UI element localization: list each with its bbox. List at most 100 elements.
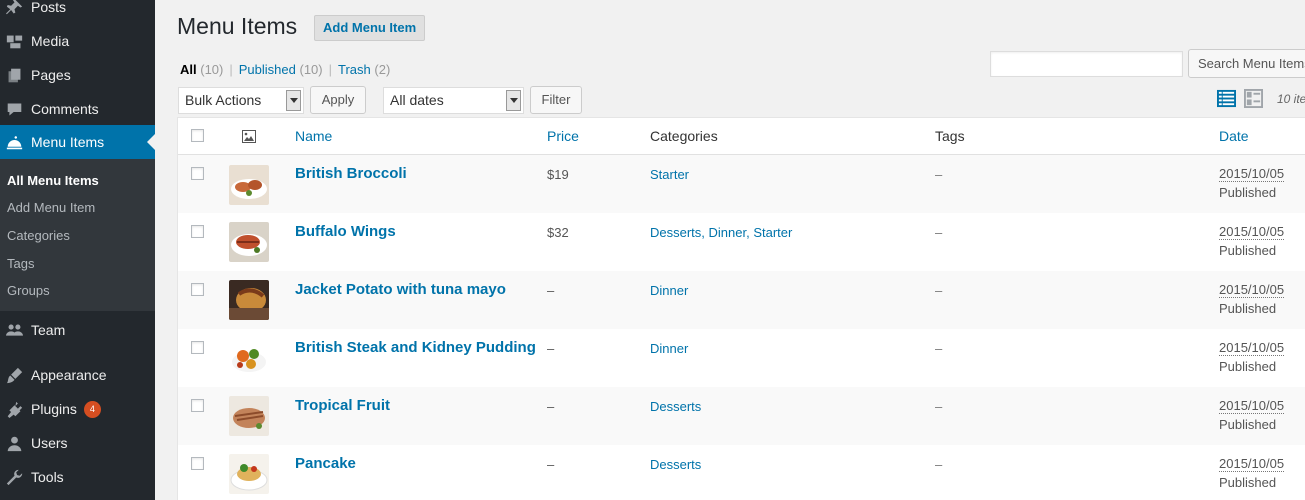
menu-item-thumbnail[interactable] bbox=[229, 280, 269, 320]
menu-item-tags: – bbox=[935, 399, 943, 414]
date-value: 2015/10/05 bbox=[1219, 340, 1285, 356]
add-menu-item-button[interactable]: Add Menu Item bbox=[314, 15, 426, 41]
column-header-name[interactable]: Name bbox=[295, 128, 332, 144]
menu-item-categories[interactable]: Dinner bbox=[650, 283, 688, 298]
menu-item-categories[interactable]: Desserts bbox=[650, 457, 701, 472]
comments-icon bbox=[5, 100, 23, 118]
sidebar-item-appearance[interactable]: Appearance bbox=[0, 358, 155, 392]
filter-button[interactable]: Filter bbox=[530, 86, 582, 114]
user-icon bbox=[5, 434, 23, 452]
menu-item-name-link[interactable]: British Broccoli bbox=[295, 165, 407, 182]
date-value: 2015/10/05 bbox=[1219, 282, 1285, 298]
menu-item-thumbnail[interactable] bbox=[229, 222, 269, 262]
menu-item-categories[interactable]: Dinner bbox=[650, 341, 688, 356]
sidebar-item-label: Plugins bbox=[31, 401, 77, 417]
list-view-icon[interactable] bbox=[1217, 89, 1236, 108]
sidebar-item-tools[interactable]: Tools bbox=[0, 460, 155, 494]
table-row: Pancake – Desserts – 2015/10/05 Publishe… bbox=[178, 445, 1305, 500]
menu-item-thumbnail[interactable] bbox=[229, 165, 269, 205]
filter-trash[interactable]: Trash bbox=[338, 62, 371, 77]
row-checkbox[interactable] bbox=[191, 341, 204, 354]
menu-item-categories[interactable]: Starter bbox=[650, 167, 689, 182]
sidebar-item-label: Team bbox=[31, 322, 66, 338]
date-value: 2015/10/05 bbox=[1219, 398, 1285, 414]
excerpt-view-icon[interactable] bbox=[1244, 89, 1263, 108]
menu-item-categories[interactable]: Desserts, Dinner, Starter bbox=[650, 225, 792, 240]
chevron-down-icon bbox=[286, 90, 301, 111]
sidebar-item-comments[interactable]: Comments bbox=[0, 92, 155, 126]
sidebar-item-menu-items[interactable]: Menu Items bbox=[0, 125, 155, 159]
sidebar-item-users[interactable]: Users bbox=[0, 426, 155, 460]
table-row: Tropical Fruit – Desserts – 2015/10/05 P… bbox=[178, 387, 1305, 445]
sidebar-item-posts[interactable]: Posts bbox=[0, 0, 155, 24]
search-input[interactable] bbox=[990, 51, 1183, 77]
sidebar-item-label: Posts bbox=[31, 0, 67, 15]
team-icon bbox=[5, 321, 23, 339]
filter-all[interactable]: All bbox=[180, 62, 197, 77]
menu-item-thumbnail[interactable] bbox=[229, 454, 269, 494]
sidebar-item-team[interactable]: Team bbox=[0, 313, 155, 347]
status-text: Published bbox=[1219, 301, 1277, 316]
submenu-all-menu-items[interactable]: All Menu Items bbox=[7, 173, 99, 188]
menu-items-table: Name Price Categories Tags Date British … bbox=[177, 117, 1305, 500]
submenu-tags[interactable]: Tags bbox=[7, 256, 34, 271]
wrench-icon bbox=[5, 468, 23, 486]
search-menu-items-button[interactable]: Search Menu Items bbox=[1188, 49, 1305, 78]
menu-item-thumbnail[interactable] bbox=[229, 338, 269, 378]
submenu-categories[interactable]: Categories bbox=[7, 228, 70, 243]
column-header-date[interactable]: Date bbox=[1219, 128, 1249, 144]
sidebar-item-pages[interactable]: Pages bbox=[0, 58, 155, 92]
menu-item-date: 2015/10/05 Published bbox=[1219, 164, 1285, 202]
menu-item-name-link[interactable]: Tropical Fruit bbox=[295, 397, 390, 414]
column-header-price[interactable]: Price bbox=[547, 128, 579, 144]
separator: | bbox=[229, 62, 233, 77]
menu-item-categories[interactable]: Desserts bbox=[650, 399, 701, 414]
row-checkbox[interactable] bbox=[191, 399, 204, 412]
menu-item-tags: – bbox=[935, 457, 943, 472]
submenu-groups[interactable]: Groups bbox=[7, 283, 50, 298]
sidebar-item-label: Tools bbox=[31, 469, 64, 485]
menu-item-date: 2015/10/05 Published bbox=[1219, 454, 1285, 492]
menu-item-name-link[interactable]: Pancake bbox=[295, 455, 356, 472]
menu-item-price: – bbox=[547, 283, 555, 298]
menu-item-date: 2015/10/05 Published bbox=[1219, 280, 1285, 318]
page-title: Menu Items bbox=[177, 13, 298, 39]
sidebar-item-label: Pages bbox=[31, 67, 71, 83]
date-value: 2015/10/05 bbox=[1219, 456, 1285, 472]
menu-item-name-link[interactable]: Jacket Potato with tuna mayo bbox=[295, 281, 506, 298]
status-text: Published bbox=[1219, 243, 1277, 258]
chevron-down-icon bbox=[506, 90, 521, 111]
filter-published[interactable]: Published bbox=[239, 62, 296, 77]
pages-icon bbox=[5, 66, 23, 84]
menu-item-date: 2015/10/05 Published bbox=[1219, 222, 1285, 260]
column-header-tags: Tags bbox=[935, 128, 965, 144]
menu-item-tags: – bbox=[935, 341, 943, 356]
row-checkbox[interactable] bbox=[191, 225, 204, 238]
submenu-add-menu-item[interactable]: Add Menu Item bbox=[7, 200, 95, 215]
menu-item-thumbnail[interactable] bbox=[229, 396, 269, 436]
menu-item-price: $32 bbox=[547, 225, 569, 240]
row-checkbox[interactable] bbox=[191, 457, 204, 470]
menu-item-tags: – bbox=[935, 167, 943, 182]
bulk-actions-select[interactable]: Bulk Actions bbox=[178, 87, 304, 114]
menu-item-price: $19 bbox=[547, 167, 569, 182]
media-icon bbox=[5, 32, 23, 50]
brush-icon bbox=[5, 366, 23, 384]
sidebar-item-media[interactable]: Media bbox=[0, 24, 155, 58]
dates-select[interactable]: All dates bbox=[383, 87, 524, 114]
table-row: Buffalo Wings $32 Desserts, Dinner, Star… bbox=[178, 213, 1305, 271]
sidebar-item-label: Menu Items bbox=[31, 134, 105, 150]
sidebar-item-label: Media bbox=[31, 33, 70, 49]
date-value: 2015/10/05 bbox=[1219, 224, 1285, 240]
sidebar-item-label: Appearance bbox=[31, 367, 107, 383]
sidebar-item-plugins[interactable]: Plugins 4 bbox=[0, 392, 155, 426]
menu-item-name-link[interactable]: British Steak and Kidney Pudding bbox=[295, 339, 536, 356]
row-checkbox[interactable] bbox=[191, 167, 204, 180]
date-value: 2015/10/05 bbox=[1219, 166, 1285, 182]
row-checkbox[interactable] bbox=[191, 283, 204, 296]
select-all-checkbox[interactable] bbox=[191, 129, 204, 142]
admin-sidebar: Posts Media Pages Comments Menu Items Al… bbox=[0, 0, 155, 500]
apply-button[interactable]: Apply bbox=[310, 86, 366, 114]
menu-item-name-link[interactable]: Buffalo Wings bbox=[295, 223, 396, 240]
items-count: 10 items bbox=[1277, 92, 1305, 106]
